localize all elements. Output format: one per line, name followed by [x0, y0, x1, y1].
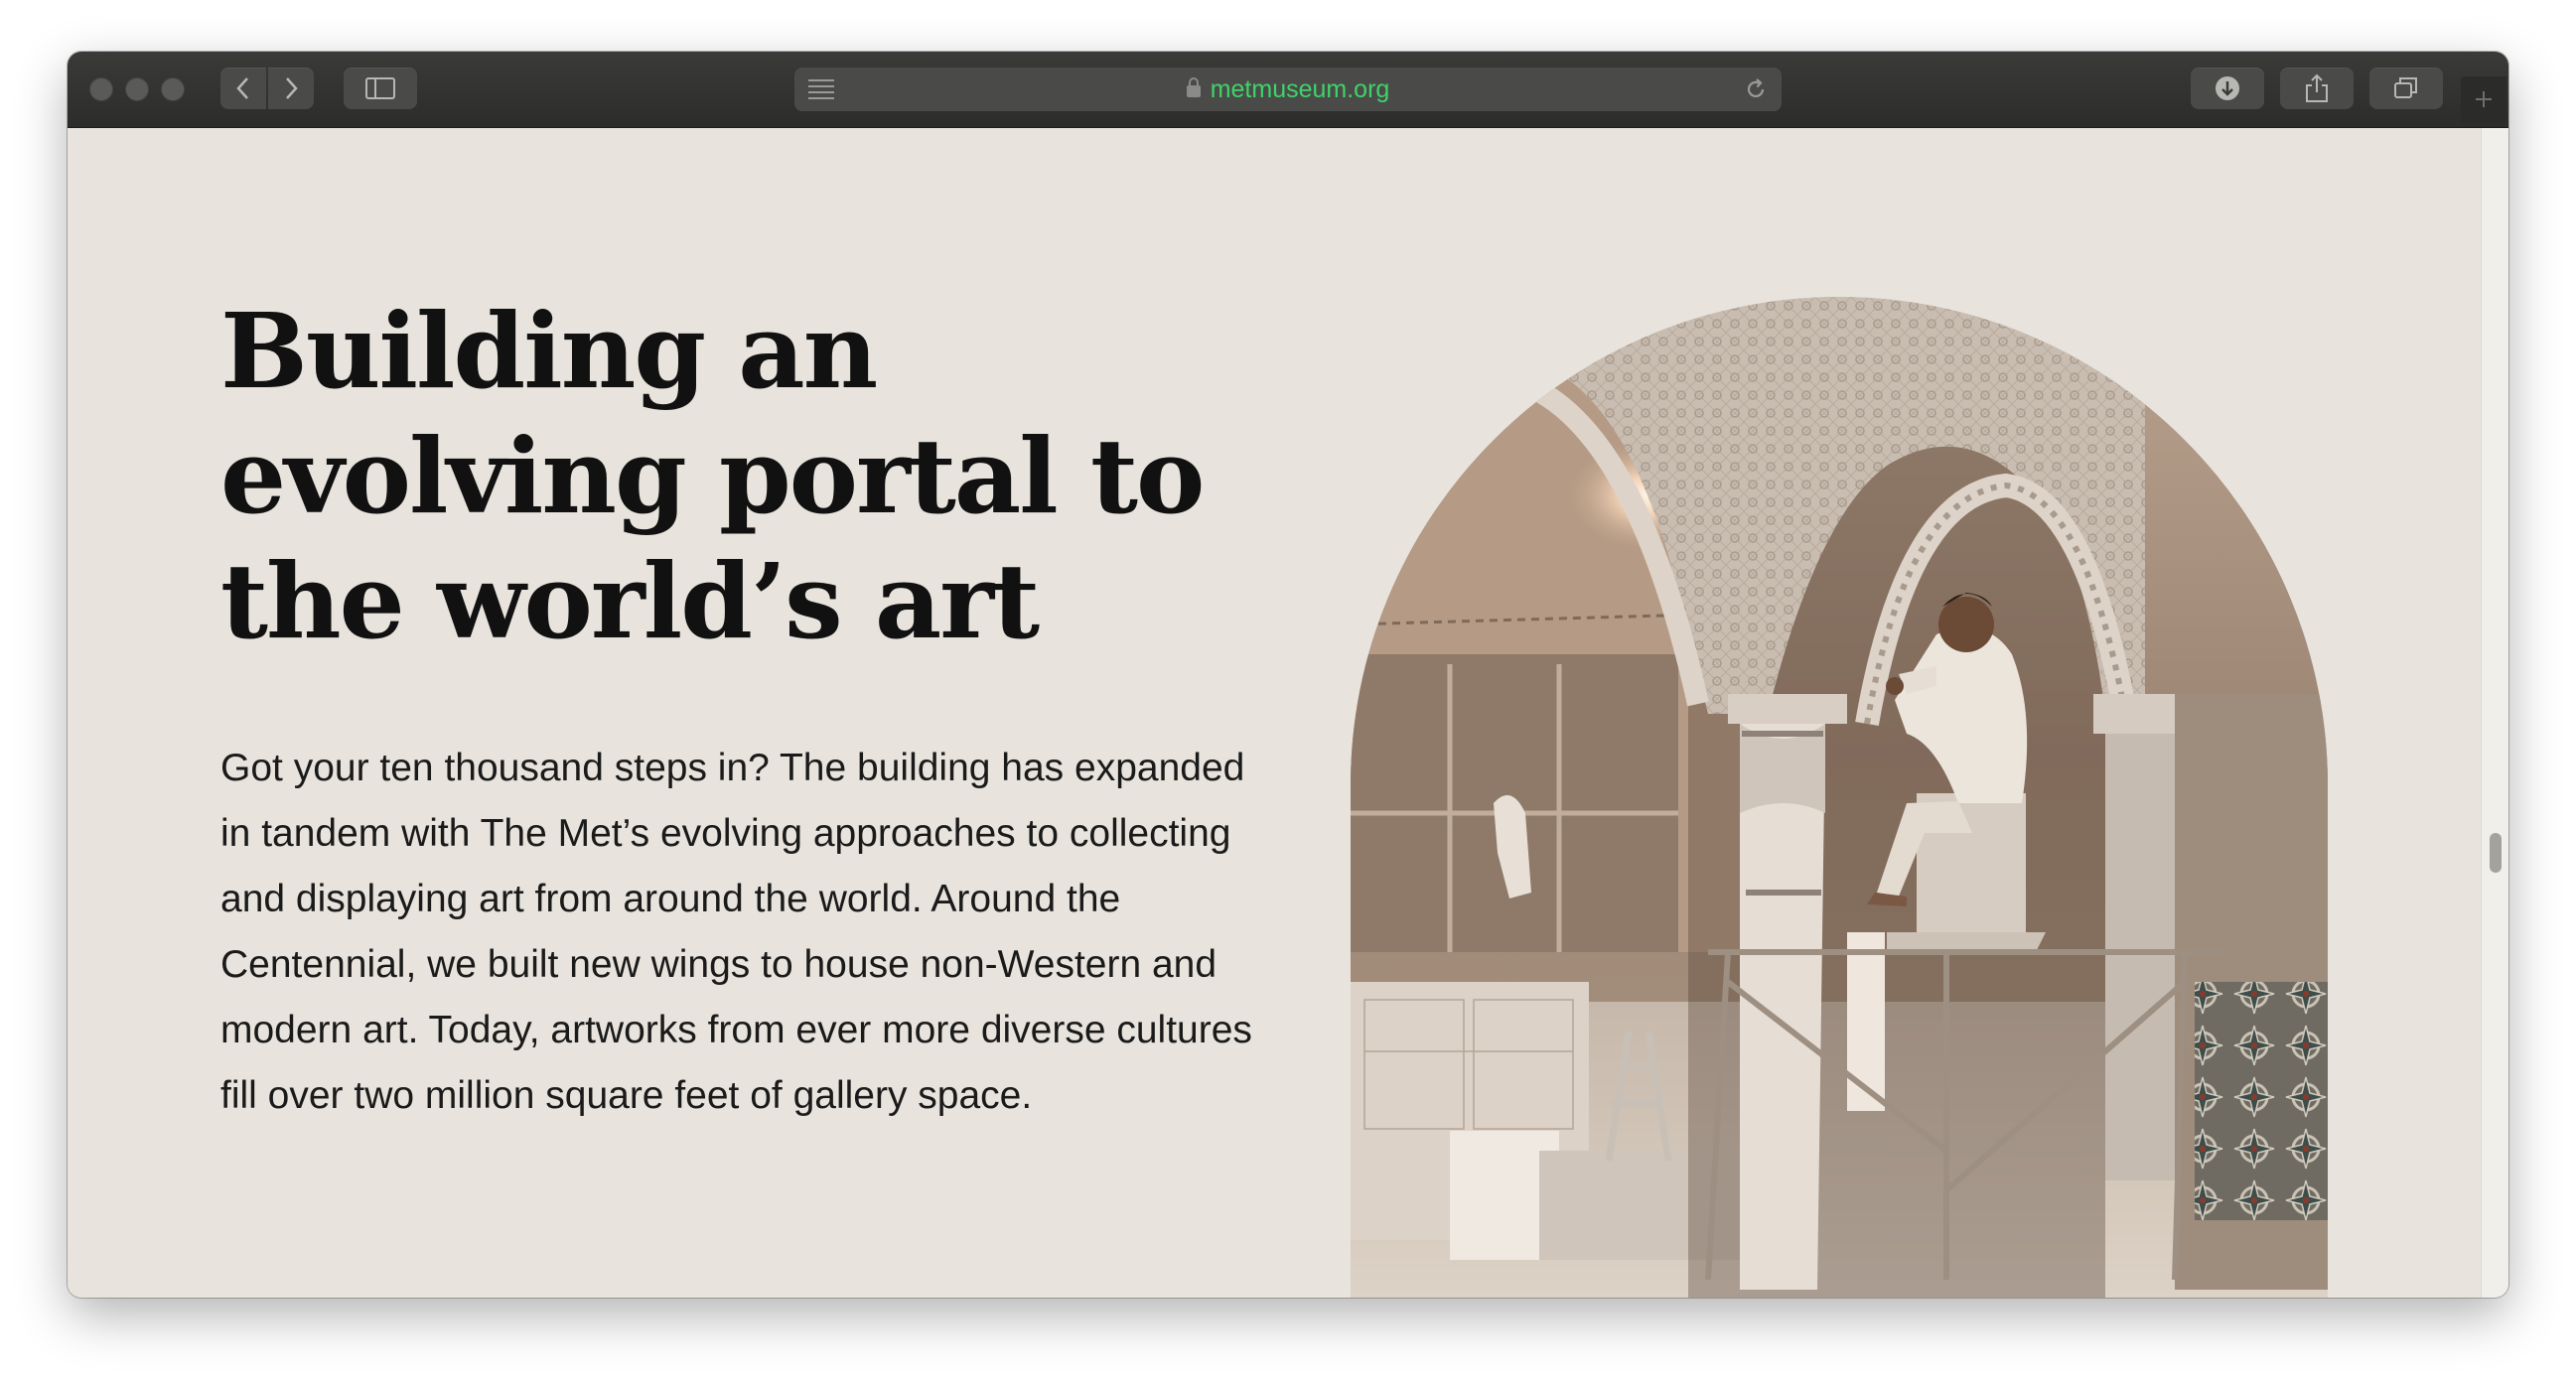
url-text[interactable]: metmuseum.org	[1211, 75, 1390, 104]
tabs-button[interactable]	[2369, 68, 2443, 109]
forward-button[interactable]	[268, 68, 314, 109]
plus-icon	[2476, 91, 2492, 107]
share-icon	[2306, 73, 2328, 102]
page-content: Building an evolving portal to the world…	[68, 128, 2481, 1298]
page-headline: Building an evolving portal to the world…	[220, 290, 1205, 662]
traffic-light-close[interactable]	[89, 77, 113, 101]
share-button[interactable]	[2280, 68, 2354, 109]
new-tab-button[interactable]	[2461, 75, 2506, 123]
lock-icon	[1186, 77, 1201, 97]
craftsman-arch-photo	[1351, 297, 2328, 1298]
scrollbar-thumb[interactable]	[2490, 833, 2502, 873]
vertical-scrollbar[interactable]	[2481, 128, 2508, 1298]
page-body-text: Got your ten thousand steps in? The buil…	[220, 747, 1252, 1117]
download-button[interactable]	[2191, 68, 2264, 109]
traffic-light-zoom[interactable]	[161, 77, 185, 101]
tabs-icon	[2394, 77, 2417, 98]
arch-video-image[interactable]	[1351, 297, 2328, 1298]
sidebar-icon	[365, 77, 395, 99]
browser-toolbar: metmuseum.org	[68, 52, 2508, 128]
address-bar[interactable]: metmuseum.org	[794, 68, 1782, 111]
address-url[interactable]: metmuseum.org	[794, 68, 1782, 111]
reload-icon[interactable]	[1744, 77, 1768, 101]
traffic-light-minimize[interactable]	[125, 77, 149, 101]
chevron-left-icon	[236, 77, 248, 99]
chevron-right-icon	[286, 77, 298, 99]
download-icon	[2216, 76, 2239, 100]
sidebar-button[interactable]	[344, 68, 417, 109]
back-button[interactable]	[220, 68, 266, 109]
browser-window: metmuseum.org Building an evolving porta…	[68, 52, 2508, 1298]
